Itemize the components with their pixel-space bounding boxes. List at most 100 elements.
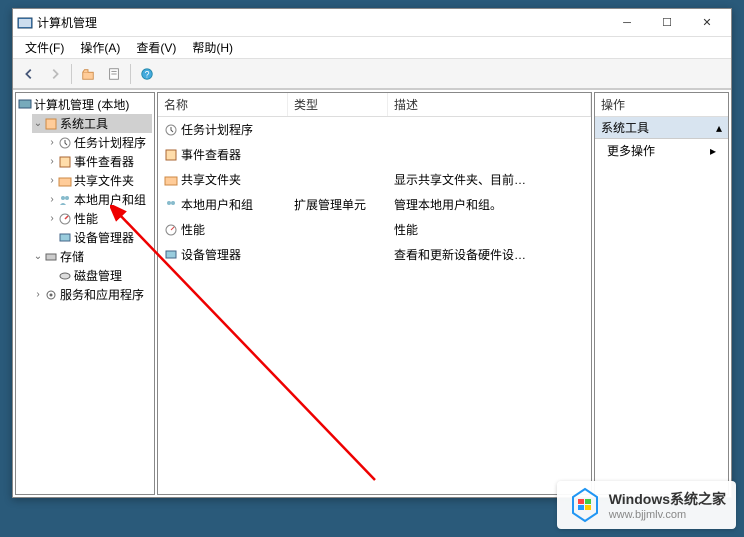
help-button[interactable]: ? (135, 62, 159, 86)
toolbar: ? (13, 59, 731, 89)
cell-desc: 显示共享文件夹、目前… (388, 169, 591, 190)
cell-name: 设备管理器 (181, 246, 241, 263)
cell-name: 任务计划程序 (181, 121, 253, 138)
tree-root[interactable]: 计算机管理 (本地) (18, 95, 152, 114)
chevron-right-icon: ▸ (710, 144, 716, 158)
tree-label: 存储 (60, 248, 84, 265)
tree-device-manager[interactable]: 设备管理器 (46, 228, 152, 247)
tree-system-tools[interactable]: ⌄ 系统工具 (32, 114, 152, 133)
cell-type (288, 169, 388, 190)
menubar: 文件(F) 操作(A) 查看(V) 帮助(H) (13, 37, 731, 59)
menu-help[interactable]: 帮助(H) (184, 37, 241, 58)
tree-local-users[interactable]: › 本地用户和组 (46, 190, 152, 209)
tree-label: 本地用户和组 (74, 191, 146, 208)
tree-label: 系统工具 (60, 115, 108, 132)
menu-view[interactable]: 查看(V) (128, 37, 184, 58)
list-body: 任务计划程序事件查看器共享文件夹显示共享文件夹、目前…本地用户和组扩展管理单元管… (158, 117, 591, 267)
device-icon (58, 231, 72, 245)
forward-button[interactable] (43, 62, 67, 86)
action-header: 操作 (595, 93, 728, 117)
toolbar-separator (130, 64, 131, 84)
cell-desc: 性能 (388, 219, 591, 240)
item-icon (164, 173, 178, 187)
collapse-icon[interactable]: ⌄ (32, 251, 44, 262)
column-type[interactable]: 类型 (288, 93, 388, 116)
column-name[interactable]: 名称 (158, 93, 288, 116)
cell-type (288, 144, 388, 165)
tree-event-viewer[interactable]: › 事件查看器 (46, 152, 152, 171)
expand-icon[interactable]: › (46, 194, 58, 205)
item-icon (164, 148, 178, 162)
window-title: 计算机管理 (37, 14, 607, 31)
cell-type (288, 244, 388, 265)
item-icon (164, 198, 178, 212)
cell-name: 事件查看器 (181, 146, 241, 163)
cell-type: 扩展管理单元 (288, 194, 388, 215)
up-button[interactable] (76, 62, 100, 86)
clock-icon (58, 136, 72, 150)
tree-label: 设备管理器 (74, 229, 134, 246)
chevron-up-icon: ▴ (716, 121, 722, 135)
svg-text:?: ? (145, 69, 150, 79)
maximize-button[interactable]: ☐ (647, 10, 687, 36)
window-controls: ─ ☐ ✕ (607, 10, 727, 36)
action-group-label: 系统工具 (601, 119, 649, 136)
collapse-icon[interactable]: ⌄ (32, 118, 44, 129)
list-panel[interactable]: 名称 类型 描述 任务计划程序事件查看器共享文件夹显示共享文件夹、目前…本地用户… (157, 92, 592, 495)
tree-label: 服务和应用程序 (60, 286, 144, 303)
expand-icon[interactable]: › (46, 156, 58, 167)
item-icon (164, 223, 178, 237)
minimize-button[interactable]: ─ (607, 10, 647, 36)
action-more[interactable]: 更多操作 ▸ (595, 139, 728, 162)
disk-icon (58, 269, 72, 283)
tree-label: 任务计划程序 (74, 134, 146, 151)
menu-action[interactable]: 操作(A) (72, 37, 128, 58)
cell-type (288, 219, 388, 240)
watermark-url: www.bjjmlv.com (609, 509, 726, 521)
list-row[interactable]: 设备管理器查看和更新设备硬件设… (158, 242, 591, 267)
list-row[interactable]: 性能 性能 (158, 217, 591, 242)
event-icon (58, 155, 72, 169)
back-button[interactable] (17, 62, 41, 86)
tree-label: 事件查看器 (74, 153, 134, 170)
expand-icon[interactable]: › (32, 289, 44, 300)
action-group[interactable]: 系统工具 ▴ (595, 117, 728, 139)
computer-icon (18, 98, 32, 112)
folder-icon (58, 174, 72, 188)
storage-icon (44, 250, 58, 264)
tree-disk-management[interactable]: 磁盘管理 (46, 266, 152, 285)
item-icon (164, 248, 178, 262)
menu-file[interactable]: 文件(F) (17, 37, 72, 58)
cell-name: 性能 (181, 221, 205, 238)
tree-label: 性能 (74, 210, 98, 227)
tree-task-scheduler[interactable]: › 任务计划程序 (46, 133, 152, 152)
users-icon (58, 193, 72, 207)
action-label: 更多操作 (607, 142, 655, 159)
list-row[interactable]: 本地用户和组扩展管理单元管理本地用户和组。 (158, 192, 591, 217)
toolbar-separator (71, 64, 72, 84)
performance-icon (58, 212, 72, 226)
list-row[interactable]: 共享文件夹显示共享文件夹、目前… (158, 167, 591, 192)
expand-icon[interactable]: › (46, 137, 58, 148)
expand-icon[interactable]: › (46, 175, 58, 186)
computer-management-window: 计算机管理 ─ ☐ ✕ 文件(F) 操作(A) 查看(V) 帮助(H) ? 计算… (12, 8, 732, 498)
list-header: 名称 类型 描述 (158, 93, 591, 117)
tree-shared-folders[interactable]: › 共享文件夹 (46, 171, 152, 190)
expand-icon[interactable]: › (46, 213, 58, 224)
cell-desc: 管理本地用户和组。 (388, 194, 591, 215)
cell-desc (388, 119, 591, 140)
tree-services[interactable]: › 服务和应用程序 (32, 285, 152, 304)
column-description[interactable]: 描述 (388, 93, 591, 116)
cell-desc (388, 144, 591, 165)
tree-storage[interactable]: ⌄ 存储 (32, 247, 152, 266)
list-row[interactable]: 任务计划程序 (158, 117, 591, 142)
tree-label: 计算机管理 (本地) (34, 96, 129, 113)
action-panel: 操作 系统工具 ▴ 更多操作 ▸ (594, 92, 729, 495)
tree-panel[interactable]: 计算机管理 (本地) ⌄ 系统工具 › 任务计划程序 › (15, 92, 155, 495)
tree-label: 共享文件夹 (74, 172, 134, 189)
properties-button[interactable] (102, 62, 126, 86)
list-row[interactable]: 事件查看器 (158, 142, 591, 167)
app-icon (17, 15, 33, 31)
close-button[interactable]: ✕ (687, 10, 727, 36)
tree-performance[interactable]: › 性能 (46, 209, 152, 228)
